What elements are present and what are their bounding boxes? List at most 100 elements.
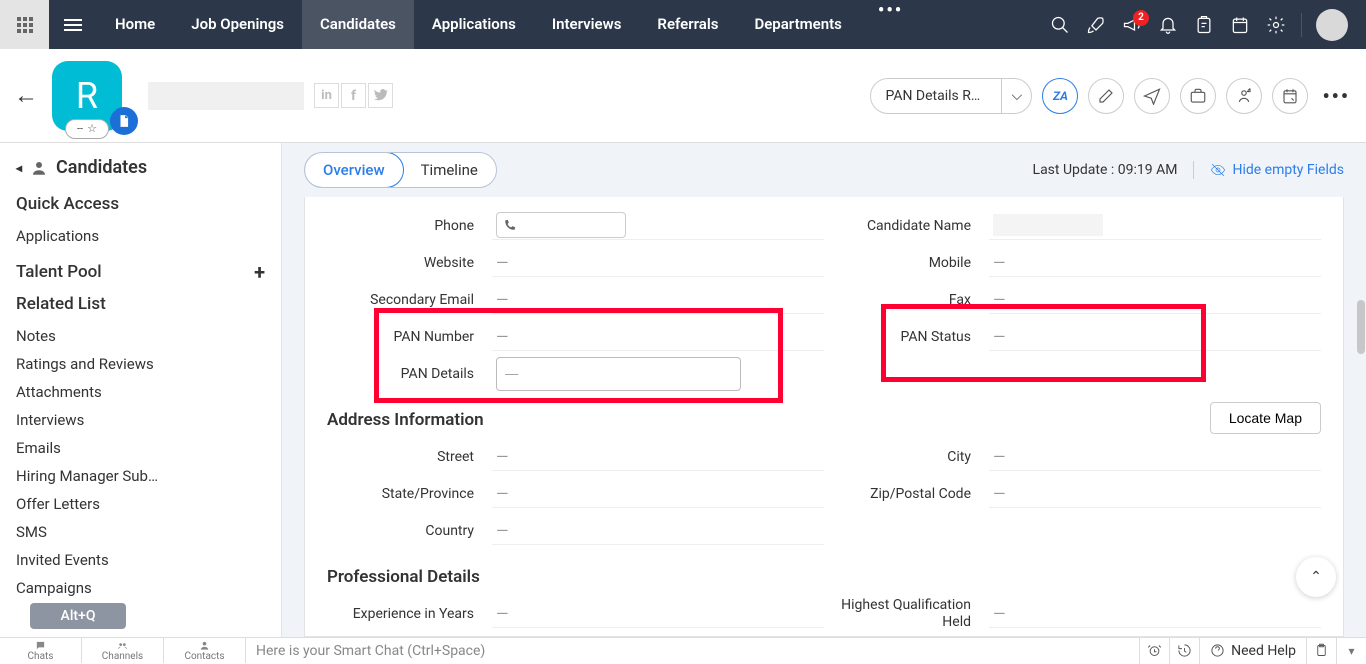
nav-departments[interactable]: Departments [736, 0, 859, 49]
nav-job-openings[interactable]: Job Openings [173, 0, 302, 49]
tab-overview[interactable]: Overview [304, 152, 404, 188]
menu-button[interactable] [49, 19, 97, 31]
footer-chats[interactable]: Chats [0, 638, 82, 663]
hamburger-icon [64, 19, 82, 31]
sidebar-interviews[interactable]: Interviews [16, 406, 265, 434]
value-sec-email[interactable]: — [492, 286, 824, 314]
smart-chat-input[interactable]: Here is your Smart Chat (Ctrl+Space) [246, 643, 1139, 659]
sidebar-emails[interactable]: Emails [16, 434, 265, 462]
sidebar-talent-pool[interactable]: Talent Pool+ [16, 260, 265, 284]
clipboard-footer-icon[interactable] [1306, 638, 1336, 664]
label-pan-details: PAN Details [327, 366, 492, 382]
sidebar-ratings[interactable]: Ratings and Reviews [16, 350, 265, 378]
nav-more[interactable]: ••• [860, 0, 921, 49]
label-highest-qual: Highest Qualification Held [824, 597, 989, 631]
share-button[interactable] [1226, 78, 1262, 114]
help-icon [1210, 643, 1225, 658]
value-city[interactable]: — [989, 443, 1321, 471]
value-pan-number[interactable]: — [492, 323, 824, 351]
sidebar-invited-events[interactable]: Invited Events [16, 546, 265, 574]
bell-icon[interactable] [1157, 14, 1179, 36]
label-mobile: Mobile [824, 255, 989, 271]
zia-button[interactable]: ZA [1042, 78, 1078, 114]
label-zip: Zip/Postal Code [824, 486, 989, 502]
sidebar: ◂ Candidates Quick Access Applications T… [0, 143, 282, 637]
back-button[interactable]: ← [14, 81, 38, 110]
linkedin-icon[interactable]: in [314, 83, 339, 108]
resume-badge[interactable] [110, 107, 138, 135]
twitter-icon[interactable] [368, 83, 393, 108]
label-sec-email: Secondary Email [327, 292, 492, 308]
scroll-to-top[interactable]: ⌃ [1296, 557, 1336, 597]
sidebar-sms[interactable]: SMS [16, 518, 265, 546]
footer-right: Need Help ▾ [1139, 638, 1366, 664]
candidate-rating-chip[interactable]: --☆ [65, 119, 109, 139]
candidate-avatar: R --☆ [52, 61, 122, 131]
calendar-icon[interactable] [1229, 14, 1251, 36]
action-dropdown[interactable]: PAN Details Retri… ⌵ [870, 78, 1032, 114]
briefcase-button[interactable] [1180, 78, 1216, 114]
caret-down-icon[interactable]: ▾ [1336, 638, 1366, 664]
value-pan-details[interactable] [492, 357, 824, 391]
apps-grid-button[interactable] [0, 0, 49, 49]
sidebar-campaigns[interactable]: Campaigns [16, 574, 265, 602]
search-icon[interactable] [1049, 14, 1071, 36]
phone-chip[interactable] [496, 212, 626, 238]
nav-applications[interactable]: Applications [414, 0, 534, 49]
sidebar-offer-letters[interactable]: Offer Letters [16, 490, 265, 518]
gear-icon[interactable] [1265, 14, 1287, 36]
history-icon[interactable] [1169, 638, 1199, 664]
nav-candidates[interactable]: Candidates [302, 0, 414, 49]
last-update: Last Update : 09:19 AM [1033, 162, 1178, 178]
value-highest-qual[interactable]: — [989, 600, 1321, 628]
schedule-button[interactable] [1272, 78, 1308, 114]
nav-interviews[interactable]: Interviews [534, 0, 640, 49]
tab-timeline[interactable]: Timeline [403, 153, 496, 187]
value-zip[interactable]: — [989, 480, 1321, 508]
eye-off-icon [1210, 162, 1226, 178]
sidebar-notes[interactable]: Notes [16, 322, 265, 350]
nav-home[interactable]: Home [97, 0, 173, 49]
sidebar-attachments[interactable]: Attachments [16, 378, 265, 406]
edit-button[interactable] [1088, 78, 1124, 114]
footer-channels[interactable]: Channels [82, 638, 164, 663]
more-actions[interactable]: ••• [1318, 84, 1354, 108]
pan-details-input[interactable] [496, 357, 741, 391]
announcement-icon[interactable]: 2 [1121, 14, 1143, 36]
footer-contacts[interactable]: Contacts [164, 638, 246, 663]
locate-map-button[interactable]: Locate Map [1210, 402, 1321, 434]
sidebar-applications[interactable]: Applications [16, 222, 265, 250]
content: Overview Timeline Last Update : 09:19 AM… [282, 143, 1366, 637]
user-avatar[interactable] [1316, 9, 1348, 41]
scrollbar-thumb[interactable] [1357, 300, 1365, 354]
action-dropdown-label: PAN Details Retri… [871, 88, 1001, 104]
value-country[interactable]: — [492, 517, 824, 545]
nav-referrals[interactable]: Referrals [639, 0, 736, 49]
rocket-icon[interactable] [1085, 14, 1107, 36]
label-state: State/Province [327, 486, 492, 502]
value-state[interactable]: — [492, 480, 824, 508]
value-cand-name[interactable] [989, 212, 1321, 240]
value-pan-status[interactable]: — [989, 323, 1321, 351]
clipboard-icon[interactable] [1193, 14, 1215, 36]
need-help[interactable]: Need Help [1199, 638, 1306, 664]
social-links: in f [314, 83, 393, 108]
collapse-icon[interactable]: ◂ [16, 161, 22, 175]
facebook-icon[interactable]: f [341, 83, 366, 108]
value-phone[interactable] [492, 212, 824, 240]
main-area: ◂ Candidates Quick Access Applications T… [0, 143, 1366, 637]
sidebar-hiring-manager-sub[interactable]: Hiring Manager Sub… [16, 462, 265, 490]
candidate-name-area: in f [148, 82, 393, 110]
section-professional-title: Professional Details [327, 567, 1321, 587]
plus-icon[interactable]: + [254, 260, 265, 284]
value-website[interactable]: — [492, 249, 824, 277]
alarm-icon[interactable] [1139, 638, 1169, 664]
value-experience[interactable]: — [492, 600, 824, 628]
value-mobile[interactable]: — [989, 249, 1321, 277]
label-cand-name: Candidate Name [824, 218, 989, 234]
value-fax[interactable]: — [989, 286, 1321, 314]
value-street[interactable]: — [492, 443, 824, 471]
hide-empty-fields[interactable]: Hide empty Fields [1210, 162, 1344, 178]
send-button[interactable] [1134, 78, 1170, 114]
candidate-header: ← R --☆ in f PAN Details Retri… ⌵ ZA ••• [0, 49, 1366, 143]
